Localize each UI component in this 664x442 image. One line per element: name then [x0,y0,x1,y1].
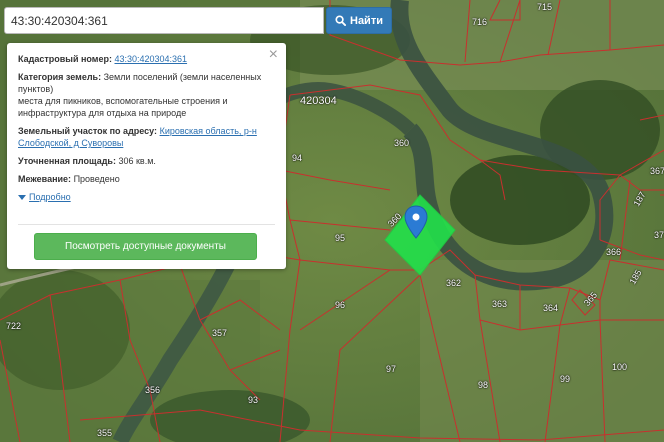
area-value: 306 кв.м. [118,156,156,166]
parcel-info-card: × Кадастровый номер: 43:30:420304:361 Ка… [7,43,286,269]
survey-value: Проведено [73,174,120,184]
more-details-label: Подробно [29,192,71,202]
search-button[interactable]: Найти [326,7,392,34]
cadastral-number-label: Кадастровый номер: [18,54,112,64]
address-label: Земельный участок по адресу: [18,126,158,136]
search-button-label: Найти [350,14,383,27]
search-bar: Найти [4,7,392,34]
cadastral-number-row: Кадастровый номер: 43:30:420304:361 [18,53,275,65]
cadastral-number-link[interactable]: 43:30:420304:361 [114,54,187,64]
survey-row: Межевание: Проведено [18,173,275,185]
area-row: Уточненная площадь: 306 кв.м. [18,155,275,167]
divider [18,224,275,225]
area-label: Уточненная площадь: [18,156,116,166]
address-row: Земельный участок по адресу: Кировская о… [18,125,275,149]
more-details-link[interactable]: Подробно [18,191,275,203]
search-icon [335,15,346,26]
search-input[interactable] [4,7,324,34]
land-category-row: Категория земель: Земли поселений (земли… [18,71,275,119]
survey-label: Межевание: [18,174,72,184]
close-icon[interactable]: × [269,47,278,63]
caret-down-icon [18,194,26,200]
land-category-label: Категория земель: [18,72,102,82]
view-documents-button[interactable]: Посмотреть доступные документы [34,233,257,260]
land-use-value: места для пикников, вспомогательные стро… [18,96,228,118]
